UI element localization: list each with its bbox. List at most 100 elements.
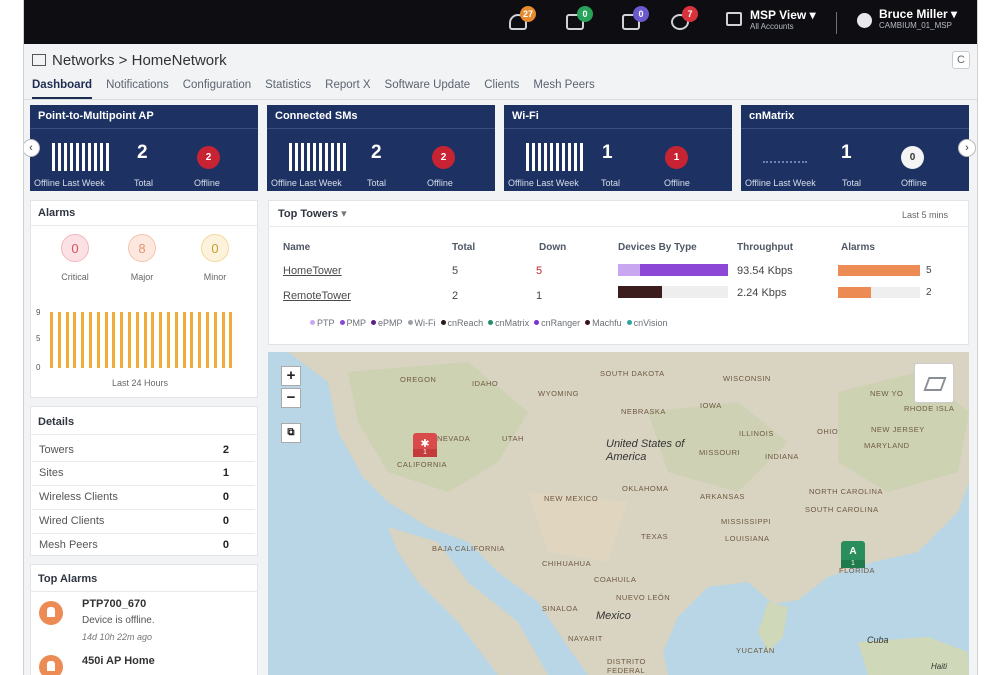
- legend-item-epmp[interactable]: ePMP: [371, 318, 403, 328]
- card-label-offline: Offline: [427, 178, 453, 188]
- time-range-label: Last 5 mins: [902, 210, 949, 220]
- detail-row-mesh-peers[interactable]: Mesh Peers 0: [39, 539, 229, 551]
- legend-label: Wi-Fi: [414, 318, 436, 328]
- alarm-history-bar: [167, 312, 170, 368]
- legend-item-cnvision[interactable]: cnVision: [626, 318, 668, 328]
- tower-alarms: 2: [926, 287, 932, 298]
- legend-label: cnMatrix: [495, 318, 530, 328]
- tab-mesh-peers[interactable]: Mesh Peers: [533, 79, 594, 99]
- card-label-offline-last-week: Offline Last Week: [34, 178, 105, 188]
- col-throughput: Throughput: [737, 242, 794, 253]
- tab-statistics[interactable]: Statistics: [265, 79, 311, 99]
- tower-down: 5: [536, 265, 543, 277]
- card-cnmatrix[interactable]: cnMatrix 1 0 Offline Last Week Total Off…: [741, 105, 969, 191]
- legend-item-machfu[interactable]: Machfu: [585, 318, 622, 328]
- legend-item-ptp[interactable]: PTP: [310, 318, 335, 328]
- tab-software-update[interactable]: Software Update: [385, 79, 471, 99]
- device-online-icon[interactable]: 0: [566, 6, 593, 32]
- select-area-button[interactable]: ⧉: [281, 423, 301, 443]
- map-label: MISSISSIPPI: [721, 517, 772, 526]
- alarm-history-bar: [96, 312, 100, 368]
- map-label: MISSOURI: [699, 448, 741, 457]
- alarms-title: Alarms: [38, 207, 76, 219]
- map-label: NUEVO LEÓN: [616, 593, 671, 602]
- tower-link-remotetower[interactable]: RemoteTower: [283, 290, 351, 302]
- card-label-offline: Offline: [664, 178, 690, 188]
- alarm-history-bar: [206, 312, 209, 368]
- card-connected-sms[interactable]: Connected SMs 2 2 Offline Last Week Tota…: [267, 105, 495, 191]
- map-label: NEW JERSEY: [871, 425, 925, 434]
- detail-row-wired-clients[interactable]: Wired Clients 0: [39, 515, 229, 527]
- tab-notifications[interactable]: Notifications: [106, 79, 169, 99]
- tower-total: 5: [452, 265, 459, 277]
- legend-swatch: [339, 320, 345, 325]
- msp-view-title: MSP View: [750, 8, 807, 22]
- device-offline-icon[interactable]: 7: [671, 6, 698, 32]
- card-label-offline-last-week: Offline Last Week: [271, 178, 342, 188]
- map-label: CALIFORNIA: [397, 460, 448, 469]
- map-label: COAHUILA: [594, 575, 637, 584]
- alarm-device-name[interactable]: 450i AP Home: [82, 655, 155, 667]
- detail-value: 2: [222, 444, 229, 456]
- refresh-button[interactable]: C: [952, 51, 970, 69]
- card-label-offline-last-week: Offline Last Week: [508, 178, 579, 188]
- map-label: OREGON: [400, 375, 437, 384]
- critical-alarm-count[interactable]: 0: [61, 234, 89, 262]
- alarm-history-bar: [221, 312, 225, 368]
- map-label: DISTRITO FEDERAL: [607, 657, 646, 675]
- legend-swatch: [371, 320, 377, 325]
- card-label-offline-last-week: Offline Last Week: [745, 178, 816, 188]
- detail-row-towers[interactable]: Towers 2: [39, 444, 229, 456]
- major-alarm-count[interactable]: 8: [128, 234, 156, 262]
- legend-label: cnVision: [633, 318, 668, 328]
- detail-label: Wireless Clients: [39, 491, 118, 503]
- minor-label: Minor: [203, 272, 227, 282]
- zoom-in-button[interactable]: +: [281, 366, 301, 386]
- chevron-down-icon: ▾: [341, 208, 347, 220]
- tab-report[interactable]: Report X: [325, 79, 370, 99]
- map-label: LOUISIANA: [725, 534, 770, 543]
- legend-item-wi-fi[interactable]: Wi-Fi: [407, 318, 436, 328]
- major-label: Major: [130, 272, 154, 282]
- country-label-us: United States of America: [606, 438, 685, 463]
- map-label: OHIO: [817, 427, 839, 436]
- alarm-history-bar: [190, 312, 194, 368]
- zoom-out-button[interactable]: −: [281, 388, 301, 408]
- card-title: Connected SMs: [275, 110, 358, 122]
- detail-row-wireless-clients[interactable]: Wireless Clients 0: [39, 491, 229, 503]
- alarm-device-name[interactable]: PTP700_670: [82, 598, 146, 610]
- alarms-panel: [30, 200, 258, 398]
- legend-item-cnmatrix[interactable]: cnMatrix: [488, 318, 529, 328]
- col-alarms: Alarms: [841, 242, 875, 253]
- minor-alarm-count[interactable]: 0: [201, 234, 229, 262]
- details-title: Details: [38, 416, 75, 428]
- row-divider: [32, 461, 255, 462]
- pending-count-badge: 0: [633, 6, 649, 22]
- msp-view-selector[interactable]: MSP View ▾ All Accounts: [726, 8, 816, 31]
- tab-configuration[interactable]: Configuration: [183, 79, 251, 99]
- tower-link-hometower[interactable]: HomeTower: [283, 265, 342, 277]
- alarm-history-bar: [128, 312, 131, 368]
- top-towers-title[interactable]: Top Towers ▾: [278, 207, 347, 220]
- cards-next-button[interactable]: ›: [958, 139, 976, 157]
- card-wifi[interactable]: Wi-Fi 1 1 Offline Last Week Total Offlin…: [504, 105, 732, 191]
- chevron-down-icon: ▾: [951, 7, 958, 21]
- tab-clients[interactable]: Clients: [484, 79, 519, 99]
- tab-dashboard[interactable]: Dashboard: [32, 79, 93, 99]
- alarm-history-bar: [135, 312, 139, 368]
- legend-item-cnranger[interactable]: cnRanger: [534, 318, 580, 328]
- user-menu[interactable]: Bruce Miller ▾ CAMBIUM_01_MSP: [857, 7, 957, 30]
- user-name: Bruce Miller: [879, 7, 948, 21]
- map-layers-button[interactable]: [914, 363, 954, 403]
- detail-row-sites[interactable]: Sites 1: [39, 467, 229, 479]
- map-label: NAYARIT: [568, 634, 603, 643]
- card-ptmp-ap[interactable]: Point-to-Multipoint AP 2 2 Offline Last …: [30, 105, 258, 191]
- axis-tick-0: 0: [36, 363, 41, 372]
- alarm-bell-icon[interactable]: 27: [509, 6, 537, 32]
- tab-divider: [24, 99, 977, 100]
- device-pending-icon[interactable]: 0: [622, 6, 649, 32]
- legend-item-cnreach[interactable]: cnReach: [440, 318, 483, 328]
- legend-item-pmp[interactable]: PMP: [339, 318, 366, 328]
- legend-swatch: [488, 320, 494, 325]
- alarm-severity-icon: [39, 601, 63, 625]
